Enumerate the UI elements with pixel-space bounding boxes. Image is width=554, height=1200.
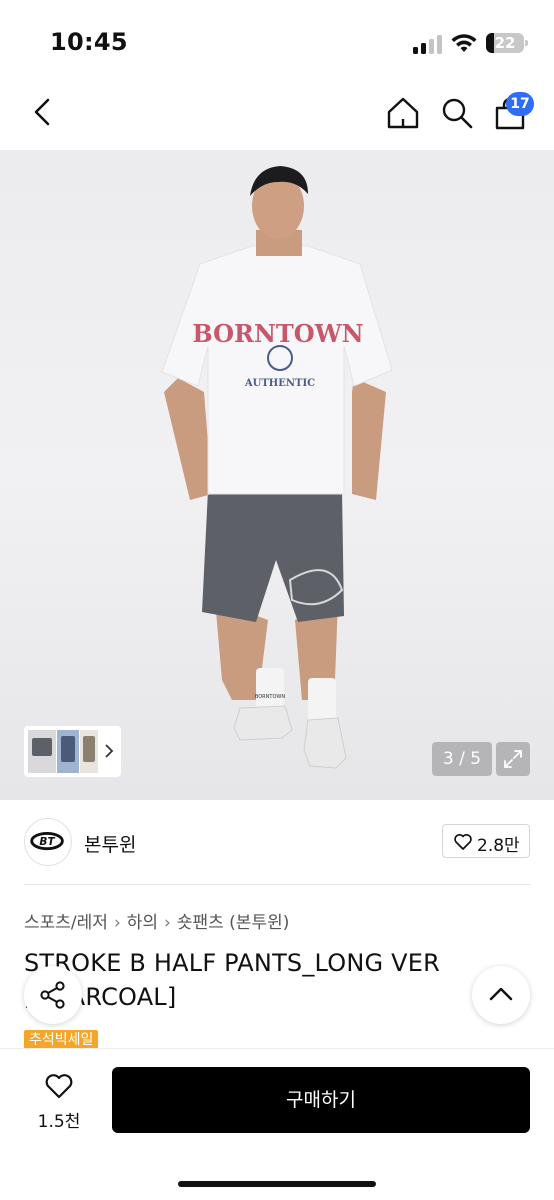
bottom-action-bar: 1.5천 구매하기 bbox=[0, 1048, 554, 1200]
brand-logo-text: BT bbox=[39, 836, 55, 848]
expand-icon bbox=[504, 750, 522, 768]
status-time: 10:45 bbox=[50, 28, 128, 56]
wishlist-count: 1.5천 bbox=[37, 1112, 81, 1132]
battery-icon: 22 bbox=[486, 33, 528, 53]
shirt-print-subtext: AUTHENTIC bbox=[244, 378, 315, 389]
buy-button[interactable]: 구매하기 bbox=[112, 1067, 530, 1133]
brand-logo[interactable]: BT bbox=[24, 818, 72, 866]
breadcrumb-item-bottoms[interactable]: 하의 bbox=[127, 913, 158, 933]
home-icon[interactable] bbox=[386, 96, 420, 130]
sale-badge: 추석빅세일 bbox=[24, 1030, 99, 1050]
share-icon bbox=[40, 981, 65, 1009]
cart-count-badge: 17 bbox=[506, 92, 534, 116]
brand-like-count: 2.8만 bbox=[477, 836, 520, 856]
thumbnail-1[interactable] bbox=[28, 730, 56, 773]
search-icon[interactable] bbox=[440, 96, 474, 130]
divider bbox=[24, 884, 530, 885]
brand-like-button[interactable]: 2.8만 bbox=[442, 824, 530, 858]
brand-name[interactable]: 본투윈 bbox=[84, 830, 136, 857]
sock-print: BORNTOWN bbox=[255, 694, 285, 700]
signal-icon bbox=[413, 34, 443, 54]
expand-image-button[interactable] bbox=[496, 742, 530, 776]
heart-icon bbox=[454, 833, 472, 850]
brand-row: BT 본투윈 2.8만 bbox=[0, 812, 554, 872]
battery-level: 22 bbox=[494, 34, 516, 52]
share-button[interactable] bbox=[24, 966, 82, 1024]
wishlist-button[interactable]: 1.5천 bbox=[24, 1067, 94, 1137]
chevron-right-icon: › bbox=[113, 913, 121, 933]
chevron-right-icon: › bbox=[164, 913, 171, 933]
heart-icon bbox=[45, 1074, 73, 1099]
breadcrumb-item-sports[interactable]: 스포츠/레저 bbox=[24, 913, 108, 933]
product-title: STROKE B HALF PANTS_LONG VER [CHARCOAL] bbox=[24, 949, 441, 1011]
status-bar: 10:45 22 bbox=[0, 0, 554, 84]
nav-bar bbox=[0, 84, 554, 150]
shirt-print-text: BORNTOWN bbox=[192, 319, 363, 348]
thumbnail-2[interactable] bbox=[57, 730, 79, 773]
wifi-icon bbox=[451, 34, 477, 52]
thumbnail-strip[interactable] bbox=[24, 726, 121, 777]
home-indicator bbox=[178, 1181, 376, 1187]
product-photo-model: BORNTOWN BORNTOWN AUTHENTIC bbox=[161, 166, 393, 769]
scroll-to-top-button[interactable] bbox=[472, 966, 530, 1024]
back-icon[interactable] bbox=[28, 96, 56, 128]
product-image-gallery[interactable]: BORNTOWN BORNTOWN AUTHENTIC 3 / 5 bbox=[0, 150, 554, 800]
chevron-up-icon bbox=[489, 987, 513, 1001]
breadcrumb: 스포츠/레저 › 하의 › 숏팬츠 (본투윈) bbox=[24, 908, 289, 934]
breadcrumb-item-shorts[interactable]: 숏팬츠 (본투윈) bbox=[177, 913, 290, 933]
chevron-right-icon bbox=[105, 744, 114, 758]
thumbnail-3[interactable] bbox=[80, 730, 98, 773]
image-page-indicator: 3 / 5 bbox=[432, 742, 492, 776]
